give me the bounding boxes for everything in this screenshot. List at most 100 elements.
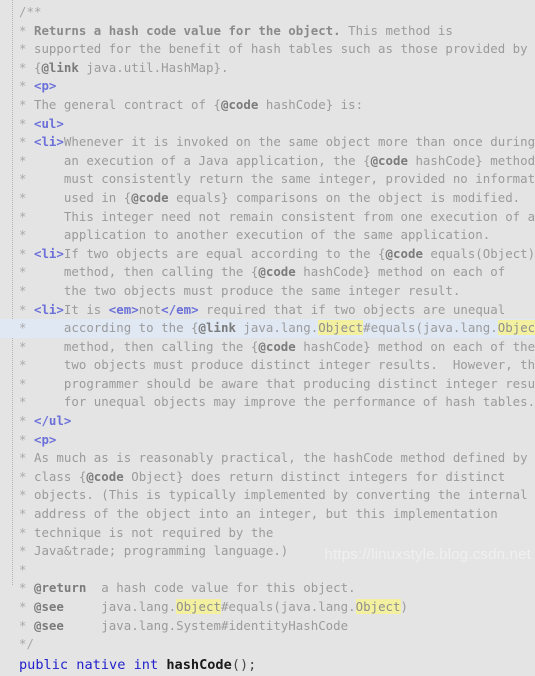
javadoc-text: must consistently return the same intege… (26, 171, 535, 187)
javadoc-text: java.lang. (235, 320, 319, 336)
javadoc-text: #equals(java.lang. (363, 320, 498, 336)
javadoc-text: address of the object into an integer, b… (26, 506, 498, 522)
javadoc-text: objects. (This is typically implemented … (26, 487, 528, 503)
code-line[interactable]: * <ul> (0, 115, 535, 134)
javadoc-text: used in { (26, 189, 132, 205)
javadoc-text: for unequal objects may improve the perf… (26, 394, 535, 410)
html-tag-li: <li> (33, 301, 64, 317)
code-line[interactable]: * @return a hash code value for this obj… (0, 579, 535, 598)
code-line[interactable]: * supported for the benefit of hash tabl… (0, 40, 535, 59)
javadoc-text: hashCode} method on each of (295, 264, 506, 280)
code-line[interactable]: * the two objects must produce the same … (0, 282, 535, 301)
javadoc-text: It is (63, 301, 109, 317)
code-line[interactable]: * class {@code Object} does return disti… (0, 468, 535, 487)
html-tag-em-close: </em> (161, 301, 199, 317)
code-line[interactable]: * an execution of a Java application, th… (0, 152, 535, 171)
code-line[interactable]: * technique is not required by the (0, 524, 535, 543)
code-line[interactable]: * method, then calling the {@code hashCo… (0, 263, 535, 282)
search-match-highlight: Object (176, 599, 221, 614)
code-line[interactable]: * @see java.lang.System#identityHashCode (0, 617, 535, 636)
code-line[interactable]: * used in {@code equals} comparisons on … (0, 189, 535, 208)
javadoc-text: Whenever it is invoked on the same objec… (63, 134, 535, 150)
javadoc-text: hashCode} method on each of the (295, 338, 535, 354)
code-line[interactable]: * {@link java.util.HashMap}. (0, 59, 535, 78)
code-line-current[interactable]: * according to the {@link java.lang.Obje… (0, 319, 535, 338)
javadoc-text: This method is (340, 22, 453, 38)
code-line[interactable]: * for unequal objects may improve the pe… (0, 393, 535, 412)
code-line[interactable]: * <p> (0, 77, 535, 96)
javadoc-text: equals} comparisons on the object is mod… (168, 189, 521, 205)
code-line[interactable]: * <li>If two objects are equal according… (0, 245, 535, 264)
code-line[interactable]: */ (0, 635, 535, 654)
code-line[interactable]: * <li>It is <em>not</em> required that i… (0, 301, 535, 320)
code-line[interactable]: * objects. (This is typically implemente… (0, 486, 535, 505)
javadoc-tag-link: @link (198, 320, 236, 336)
code-line[interactable]: * application to another execution of th… (0, 226, 535, 245)
javadoc-text: method, then calling the { (26, 264, 259, 280)
code-line[interactable]: * Returns a hash code value for the obje… (0, 22, 535, 41)
html-tag-ul: <ul> (33, 115, 64, 131)
code-content[interactable]: /** * Returns a hash code value for the … (0, 0, 535, 676)
javadoc-text: As much as is reasonably practical, the … (26, 450, 528, 466)
javadoc-text: { (26, 59, 42, 75)
comment-start-delimiter: /** (19, 4, 42, 19)
code-line[interactable]: /** (0, 3, 535, 22)
code-editor-pane[interactable]: /** * Returns a hash code value for the … (0, 0, 535, 673)
javadoc-text: two objects must produce distinct intege… (26, 357, 535, 373)
javadoc-text: java.util.HashMap}. (78, 59, 229, 75)
html-tag-li: <li> (33, 134, 64, 150)
javadoc-text: required that if two objects are unequal (198, 301, 506, 317)
javadoc-tag-code: @code (385, 245, 423, 261)
code-line[interactable]: * Java&trade; programming language.) (0, 542, 535, 561)
code-line[interactable]: * method, then calling the {@code hashCo… (0, 338, 535, 357)
javadoc-text: hashCode} is: (258, 96, 364, 112)
javadoc-text: #equals(java.lang. (220, 599, 356, 614)
code-line[interactable]: * two objects must produce distinct inte… (0, 356, 535, 375)
code-line[interactable]: * The general contract of {@code hashCod… (0, 96, 535, 115)
code-line[interactable]: * </ul> (0, 412, 535, 431)
javadoc-text: according to the { (26, 320, 199, 336)
html-tag-em-open: <em> (108, 301, 139, 317)
code-line[interactable]: * @see java.lang.Object#equals(java.lang… (0, 598, 535, 617)
javadoc-text: ) (400, 599, 408, 614)
html-tag-p: <p> (33, 431, 57, 447)
java-keywords: public native int (19, 656, 159, 673)
javadoc-tag-see: @see (33, 617, 64, 633)
code-line[interactable]: * As much as is reasonably practical, th… (0, 449, 535, 468)
javadoc-text: supported for the benefit of hash tables… (26, 41, 528, 57)
javadoc-tag-code: @code (370, 152, 408, 168)
javadoc-summary-bold: Returns a hash code value for the object… (26, 22, 341, 38)
code-line[interactable]: * <p> (0, 431, 535, 450)
code-line[interactable]: * (0, 561, 535, 580)
javadoc-tag-code: @code (131, 189, 169, 205)
javadoc-text: class { (26, 468, 87, 484)
javadoc-tag-link: @link (41, 59, 79, 75)
javadoc-text: an execution of a Java application, the … (26, 152, 371, 168)
html-tag-li: <li> (33, 245, 64, 261)
code-line[interactable]: * must consistently return the same inte… (0, 170, 535, 189)
comment-end-delimiter: */ (19, 636, 34, 652)
javadoc-tag-code: @code (220, 96, 259, 112)
code-line[interactable]: * <li>Whenever it is invoked on the same… (0, 133, 535, 152)
javadoc-text: technique is not required by the (26, 524, 274, 540)
code-line[interactable]: * This integer need not remain consisten… (0, 208, 535, 227)
html-tag-p: <p> (33, 78, 57, 94)
javadoc-text: java.lang. (63, 599, 177, 614)
javadoc-text: a hash code value for this object. (86, 580, 356, 596)
code-line[interactable]: * programmer should be aware that produc… (0, 375, 535, 394)
javadoc-tag-code: @code (86, 468, 124, 484)
code-line[interactable]: * address of the object into an integer,… (0, 505, 535, 524)
javadoc-text: equals(Object)} (422, 245, 535, 261)
javadoc-text: If two objects are equal according to th… (63, 245, 386, 261)
code-line-method-signature[interactable]: public native int hashCode(); (0, 654, 535, 676)
javadoc-text: java.lang.System#identityHashCode (63, 617, 349, 633)
javadoc-text: The general contract of { (26, 96, 221, 112)
javadoc-text: This integer need not remain consistent … (26, 208, 535, 224)
